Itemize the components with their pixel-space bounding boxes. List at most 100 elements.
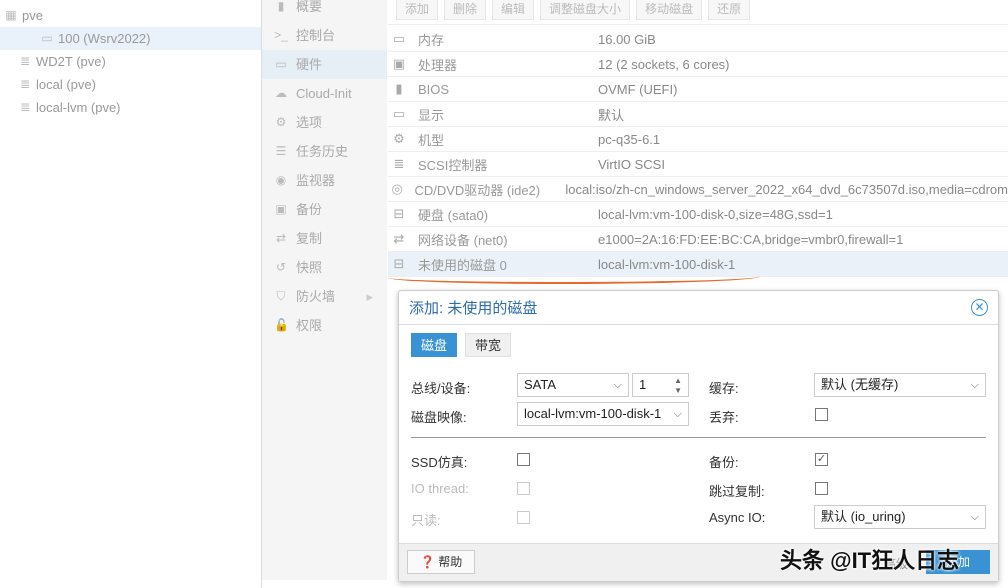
menu-item-label: 概要 <box>296 0 322 21</box>
readonly-label: 只读: <box>411 510 441 529</box>
hardware-key: CD/DVD驱动器 (ide2) <box>406 180 565 199</box>
hardware-row[interactable]: ▣处理器12 (2 sockets, 6 cores) <box>388 52 1008 77</box>
menu-item-8[interactable]: ⇄复制 <box>262 224 387 253</box>
hardware-value: local-lvm:vm-100-disk-0,size=48G,ssd=1 <box>598 207 833 222</box>
chevron-right-icon: ▸ <box>366 282 373 311</box>
hardware-row[interactable]: ◎CD/DVD驱动器 (ide2)local:iso/zh-cn_windows… <box>388 177 1008 202</box>
menu-item-label: 防火墙 <box>296 282 335 311</box>
discard-label: 丢弃: <box>709 407 739 426</box>
tree-node-label: local-lvm (pve) <box>36 96 121 119</box>
cache-value: 默认 (无缓存) <box>821 377 898 392</box>
toolbar-button[interactable]: 添加 <box>396 0 438 20</box>
menu-item-9[interactable]: ↺快照 <box>262 253 387 282</box>
hardware-row[interactable]: ⇄网络设备 (net0)e1000=2A:16:FD:EE:BC:CA,brid… <box>388 227 1008 252</box>
hardware-value: 16.00 GiB <box>598 32 656 47</box>
hardware-key: 网络设备 (net0) <box>410 230 598 249</box>
history-icon: ↺ <box>274 253 288 282</box>
toolbar-button[interactable]: 还原 <box>708 0 750 20</box>
discard-checkbox[interactable] <box>815 408 828 421</box>
hardware-row[interactable]: ▭内存16.00 GiB <box>388 27 1008 52</box>
storage-icon: ≣ <box>18 96 32 119</box>
list-icon: ☰ <box>274 137 288 166</box>
close-icon[interactable]: ✕ <box>971 299 988 316</box>
hardware-row[interactable]: ⊟硬盘 (sata0)local-lvm:vm-100-disk-0,size=… <box>388 202 1008 227</box>
hardware-icon: ▭ <box>388 31 410 47</box>
help-label: 帮助 <box>438 555 462 569</box>
tree-node[interactable]: ≣local (pve) <box>0 73 261 96</box>
backup-label: 备份: <box>709 452 739 471</box>
toolbar-button[interactable]: 调整磁盘大小 <box>540 0 630 20</box>
menu-item-label: 选项 <box>296 108 322 137</box>
hardware-row[interactable]: ▭显示默认 <box>388 102 1008 127</box>
toolbar-button[interactable]: 删除 <box>444 0 486 20</box>
hardware-row[interactable]: ⚙机型pc-q35-6.1 <box>388 127 1008 152</box>
menu-item-10[interactable]: ⛉防火墙▸ <box>262 282 387 311</box>
menu-item-label: 权限 <box>296 311 322 340</box>
tree-node[interactable]: ≣WD2T (pve) <box>0 50 261 73</box>
spinner-icon[interactable]: ▲▼ <box>674 376 682 396</box>
cache-label: 缓存: <box>709 378 739 397</box>
skip-replication-checkbox[interactable] <box>815 482 828 495</box>
menu-item-7[interactable]: ▣备份 <box>262 195 387 224</box>
hardware-icon: ⚙ <box>388 131 410 147</box>
question-icon: ❓ <box>420 555 435 569</box>
skip-replication-label: 跳过复制: <box>709 481 765 500</box>
dialog-title: 添加: 未使用的磁盘 <box>399 291 998 325</box>
storage-icon: ≣ <box>18 73 32 96</box>
tree-node-label: 100 (Wsrv2022) <box>58 27 150 50</box>
hardware-key: 硬盘 (sata0) <box>410 205 598 224</box>
terminal-icon: >_ <box>274 21 288 50</box>
async-io-select[interactable]: 默认 (io_uring)⌵ <box>814 505 986 529</box>
menu-item-2[interactable]: ▭硬件 <box>262 50 387 79</box>
ssd-label: SSD仿真: <box>411 452 467 471</box>
backup-checkbox[interactable]: ✓ <box>815 453 828 466</box>
menu-item-0[interactable]: ▮概要 <box>262 0 387 21</box>
tree-node-label: pve <box>22 4 43 27</box>
hardware-value: 12 (2 sockets, 6 cores) <box>598 57 730 72</box>
hardware-icon: ▭ <box>388 106 410 122</box>
menu-item-label: 复制 <box>296 224 322 253</box>
menu-item-5[interactable]: ☰ 任务历史 <box>262 137 387 166</box>
chevron-down-icon: ⌵ <box>971 506 979 528</box>
menu-item-label: Cloud-Init <box>296 79 352 108</box>
hardware-icon: ≣ <box>388 156 410 172</box>
bus-select[interactable]: SATA⌵ <box>517 373 629 397</box>
image-select[interactable]: local-lvm:vm-100-disk-1⌵ <box>517 402 689 426</box>
hardware-value: local:iso/zh-cn_windows_server_2022_x64_… <box>565 182 1008 197</box>
toolbar-button[interactable]: 移动磁盘 <box>636 0 702 20</box>
menu-item-label: 任务历史 <box>296 137 348 166</box>
menu-item-4[interactable]: ⚙选项 <box>262 108 387 137</box>
device-index-spinner[interactable]: 1▲▼ <box>632 373 689 397</box>
ssd-checkbox[interactable] <box>517 453 530 466</box>
async-io-label: Async IO: <box>709 510 765 525</box>
resource-tree: ▦pve▭100 (Wsrv2022)≣WD2T (pve)≣local (pv… <box>0 0 262 588</box>
hardware-icon: ▮ <box>388 81 410 97</box>
add-disk-dialog: 添加: 未使用的磁盘 ✕ 磁盘 带宽 总线/设备: SATA⌵ 1▲▼ 磁盘映像… <box>398 290 999 582</box>
tree-node-label: local (pve) <box>36 73 96 96</box>
eye-icon: ◉ <box>274 166 288 195</box>
tree-node[interactable]: ≣local-lvm (pve) <box>0 96 261 119</box>
hardware-row[interactable]: ≣SCSI控制器VirtIO SCSI <box>388 152 1008 177</box>
hardware-key: SCSI控制器 <box>410 155 598 174</box>
help-button[interactable]: ❓ 帮助 <box>407 550 475 574</box>
cache-select[interactable]: 默认 (无缓存)⌵ <box>814 373 986 397</box>
toolbar-button[interactable]: 编辑 <box>492 0 534 20</box>
hardware-value: VirtIO SCSI <box>598 157 665 172</box>
cloud-icon: ☁ <box>274 79 288 108</box>
iothread-checkbox <box>517 482 530 495</box>
tab-disk[interactable]: 磁盘 <box>411 333 457 357</box>
hardware-key: 内存 <box>410 30 598 49</box>
menu-item-11[interactable]: 🔓权限 <box>262 311 387 340</box>
hardware-value: OVMF (UEFI) <box>598 82 677 97</box>
tree-node[interactable]: ▦pve <box>0 4 261 27</box>
menu-item-3[interactable]: ☁ Cloud-Init <box>262 79 387 108</box>
tab-bandwidth[interactable]: 带宽 <box>465 333 511 357</box>
image-label: 磁盘映像: <box>411 407 467 426</box>
menu-item-6[interactable]: ◉监视器 <box>262 166 387 195</box>
menu-item-1[interactable]: >_控制台 <box>262 21 387 50</box>
tree-node[interactable]: ▭100 (Wsrv2022) <box>0 27 261 50</box>
hardware-row[interactable]: ▮BIOSOVMF (UEFI) <box>388 77 1008 102</box>
hardware-icon: ▣ <box>388 56 410 72</box>
divider <box>411 437 986 438</box>
storage-icon: ≣ <box>18 50 32 73</box>
